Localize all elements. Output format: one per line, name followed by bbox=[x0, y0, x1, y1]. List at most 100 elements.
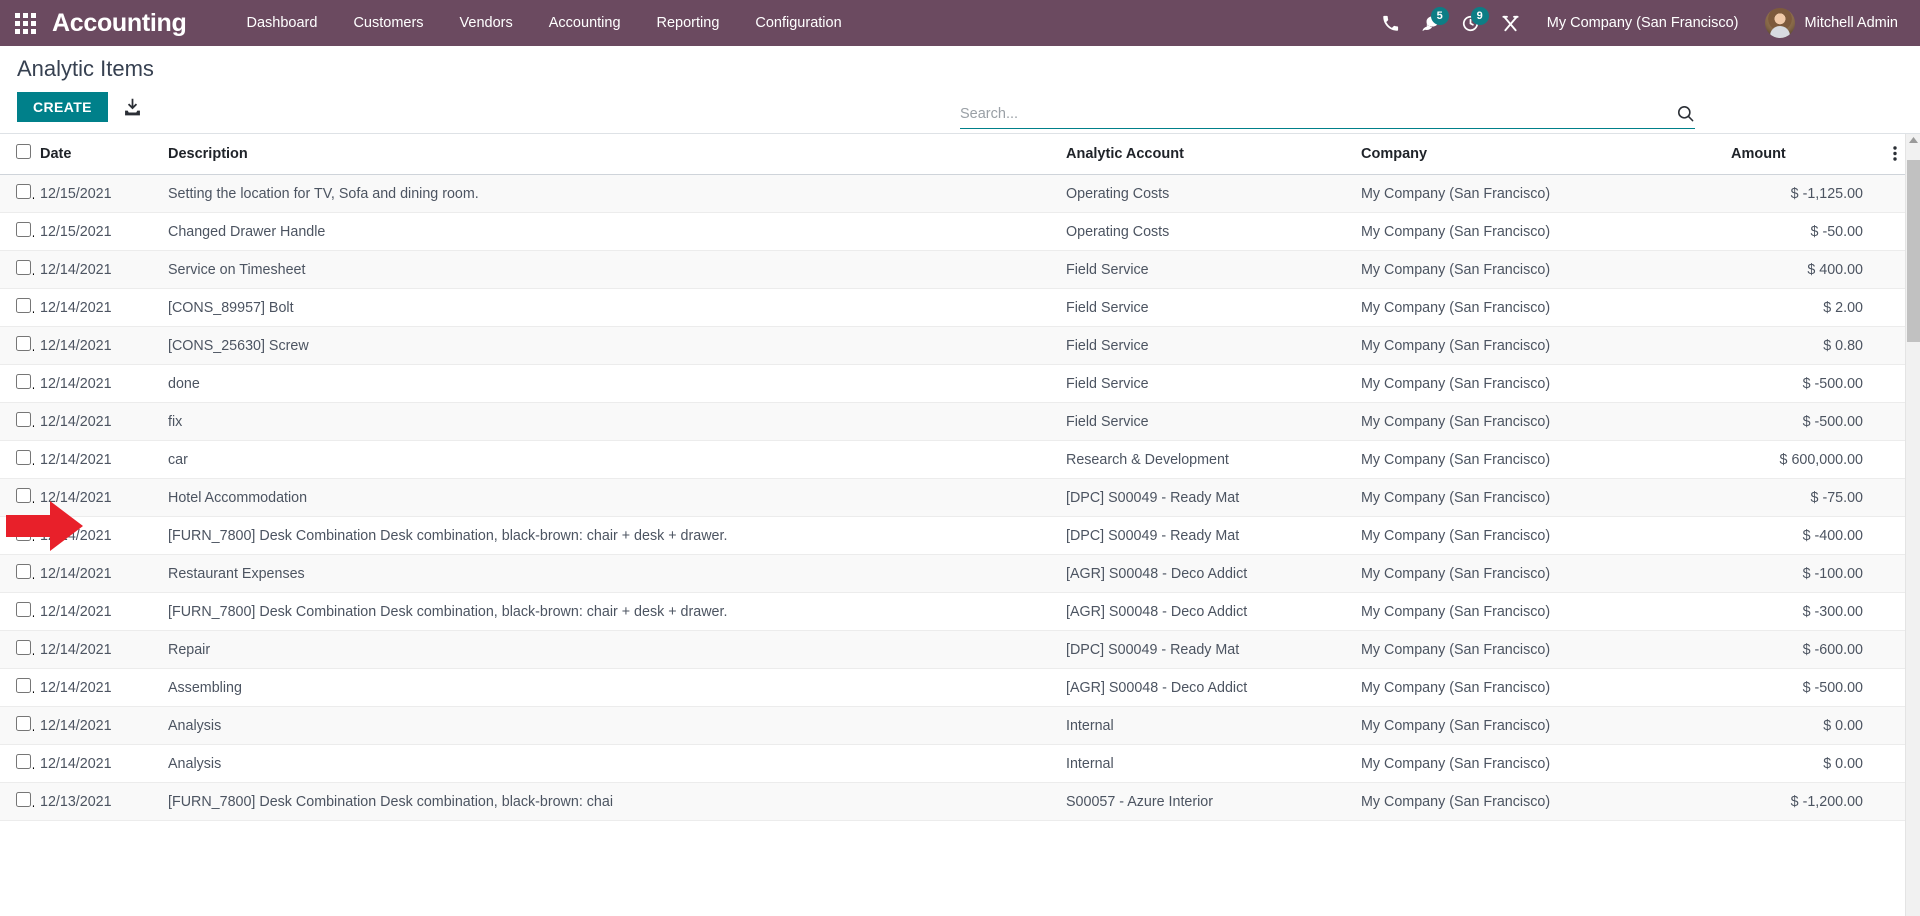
row-select-cell[interactable] bbox=[0, 745, 34, 783]
cell-date: 12/14/2021 bbox=[34, 631, 162, 669]
row-select-cell[interactable] bbox=[0, 479, 34, 517]
row-select-cell[interactable] bbox=[0, 517, 34, 555]
row-checkbox[interactable] bbox=[16, 602, 31, 617]
cell-description: Hotel Accommodation bbox=[162, 479, 1060, 517]
user-menu[interactable]: Mitchell Admin bbox=[1755, 0, 1902, 46]
column-header-analytic-account[interactable]: Analytic Account bbox=[1060, 134, 1355, 175]
cell-date: 12/15/2021 bbox=[34, 175, 162, 213]
table-row[interactable]: 12/14/2021[FURN_7800] Desk Combination D… bbox=[0, 593, 1905, 631]
row-options-cell bbox=[1885, 213, 1905, 251]
row-options-cell bbox=[1885, 783, 1905, 821]
row-select-cell[interactable] bbox=[0, 631, 34, 669]
row-checkbox[interactable] bbox=[16, 336, 31, 351]
row-checkbox[interactable] bbox=[16, 184, 31, 199]
menu-item-configuration[interactable]: Configuration bbox=[737, 0, 859, 46]
row-options-cell bbox=[1885, 707, 1905, 745]
table-row[interactable]: 12/15/2021Changed Drawer HandleOperating… bbox=[0, 213, 1905, 251]
cell-analytic-account: S00057 - Azure Interior bbox=[1060, 783, 1355, 821]
table-row[interactable]: 12/14/2021Repair[DPC] S00049 - Ready Mat… bbox=[0, 631, 1905, 669]
table-row[interactable]: 12/13/2021[FURN_7800] Desk Combination D… bbox=[0, 783, 1905, 821]
scrollbar-thumb[interactable] bbox=[1907, 160, 1920, 342]
row-select-cell[interactable] bbox=[0, 327, 34, 365]
table-row[interactable]: 12/14/2021Restaurant Expenses[AGR] S0004… bbox=[0, 555, 1905, 593]
row-checkbox[interactable] bbox=[16, 716, 31, 731]
cell-date: 12/14/2021 bbox=[34, 365, 162, 403]
table-row[interactable]: 12/14/2021Assembling[AGR] S00048 - Deco … bbox=[0, 669, 1905, 707]
search-input[interactable] bbox=[960, 106, 1668, 122]
table-row[interactable]: 12/15/2021Setting the location for TV, S… bbox=[0, 175, 1905, 213]
row-select-cell[interactable] bbox=[0, 593, 34, 631]
row-checkbox[interactable] bbox=[16, 260, 31, 275]
row-checkbox[interactable] bbox=[16, 640, 31, 655]
row-select-cell[interactable] bbox=[0, 213, 34, 251]
cell-company: My Company (San Francisco) bbox=[1355, 327, 1725, 365]
row-checkbox[interactable] bbox=[16, 564, 31, 579]
row-select-cell[interactable] bbox=[0, 707, 34, 745]
table-row[interactable]: 12/14/2021[FURN_7800] Desk Combination D… bbox=[0, 517, 1905, 555]
row-select-cell[interactable] bbox=[0, 783, 34, 821]
table-row[interactable]: 12/14/2021[CONS_89957] BoltField Service… bbox=[0, 289, 1905, 327]
vertical-scrollbar[interactable] bbox=[1905, 134, 1920, 916]
company-switcher[interactable]: My Company (San Francisco) bbox=[1531, 0, 1755, 46]
menu-item-customers[interactable]: Customers bbox=[335, 0, 441, 46]
row-checkbox[interactable] bbox=[16, 222, 31, 237]
menu-item-reporting[interactable]: Reporting bbox=[639, 0, 738, 46]
search-area bbox=[960, 104, 1695, 129]
row-checkbox[interactable] bbox=[16, 450, 31, 465]
row-checkbox[interactable] bbox=[16, 298, 31, 313]
table-row[interactable]: 12/14/2021Service on TimesheetField Serv… bbox=[0, 251, 1905, 289]
app-brand-title[interactable]: Accounting bbox=[52, 9, 187, 38]
row-checkbox[interactable] bbox=[16, 678, 31, 693]
cell-date: 12/14/2021 bbox=[34, 441, 162, 479]
row-select-cell[interactable] bbox=[0, 175, 34, 213]
cell-company: My Company (San Francisco) bbox=[1355, 175, 1725, 213]
create-button[interactable]: CREATE bbox=[17, 92, 108, 122]
row-checkbox[interactable] bbox=[16, 526, 31, 541]
search-box[interactable] bbox=[960, 104, 1695, 129]
control-panel-buttons: CREATE bbox=[17, 92, 143, 122]
row-select-cell[interactable] bbox=[0, 251, 34, 289]
row-select-cell[interactable] bbox=[0, 365, 34, 403]
cell-description: [CONS_89957] Bolt bbox=[162, 289, 1060, 327]
row-checkbox[interactable] bbox=[16, 412, 31, 427]
cell-date: 12/14/2021 bbox=[34, 479, 162, 517]
menu-item-accounting[interactable]: Accounting bbox=[531, 0, 639, 46]
row-select-cell[interactable] bbox=[0, 669, 34, 707]
table-row[interactable]: 12/14/2021doneField ServiceMy Company (S… bbox=[0, 365, 1905, 403]
row-checkbox[interactable] bbox=[16, 792, 31, 807]
column-options-dots-icon[interactable] bbox=[1885, 134, 1905, 175]
table-row[interactable]: 12/14/2021Hotel Accommodation[DPC] S0004… bbox=[0, 479, 1905, 517]
row-select-cell[interactable] bbox=[0, 441, 34, 479]
row-select-cell[interactable] bbox=[0, 403, 34, 441]
table-row[interactable]: 12/14/2021fixField ServiceMy Company (Sa… bbox=[0, 403, 1905, 441]
table-row[interactable]: 12/14/2021AnalysisInternalMy Company (Sa… bbox=[0, 745, 1905, 783]
activities-clock-icon[interactable]: 9 bbox=[1451, 0, 1491, 46]
select-all-checkbox[interactable] bbox=[16, 144, 31, 159]
scroll-up-arrow-icon[interactable] bbox=[1906, 137, 1920, 143]
row-select-cell[interactable] bbox=[0, 555, 34, 593]
row-checkbox[interactable] bbox=[16, 754, 31, 769]
menu-item-vendors[interactable]: Vendors bbox=[442, 0, 531, 46]
messages-icon[interactable]: 5 bbox=[1411, 0, 1451, 46]
apps-grid-icon[interactable] bbox=[12, 10, 38, 36]
row-checkbox[interactable] bbox=[16, 374, 31, 389]
column-header-date[interactable]: Date bbox=[34, 134, 162, 175]
column-header-amount[interactable]: Amount bbox=[1725, 134, 1885, 175]
search-icon[interactable] bbox=[1668, 104, 1695, 123]
cell-date: 12/14/2021 bbox=[34, 289, 162, 327]
column-header-description[interactable]: Description bbox=[162, 134, 1060, 175]
row-checkbox[interactable] bbox=[16, 488, 31, 503]
table-row[interactable]: 12/14/2021AnalysisInternalMy Company (Sa… bbox=[0, 707, 1905, 745]
column-header-company[interactable]: Company bbox=[1355, 134, 1725, 175]
table-row[interactable]: 12/14/2021carResearch & DevelopmentMy Co… bbox=[0, 441, 1905, 479]
row-options-cell bbox=[1885, 517, 1905, 555]
debug-tools-icon[interactable] bbox=[1491, 0, 1531, 46]
cell-analytic-account: Field Service bbox=[1060, 289, 1355, 327]
table-row[interactable]: 12/14/2021[CONS_25630] ScrewField Servic… bbox=[0, 327, 1905, 365]
cell-description: Setting the location for TV, Sofa and di… bbox=[162, 175, 1060, 213]
import-download-icon[interactable] bbox=[122, 97, 143, 118]
menu-item-dashboard[interactable]: Dashboard bbox=[229, 0, 336, 46]
phone-icon[interactable] bbox=[1371, 0, 1411, 46]
row-select-cell[interactable] bbox=[0, 289, 34, 327]
cell-amount: $ 2.00 bbox=[1725, 289, 1885, 327]
